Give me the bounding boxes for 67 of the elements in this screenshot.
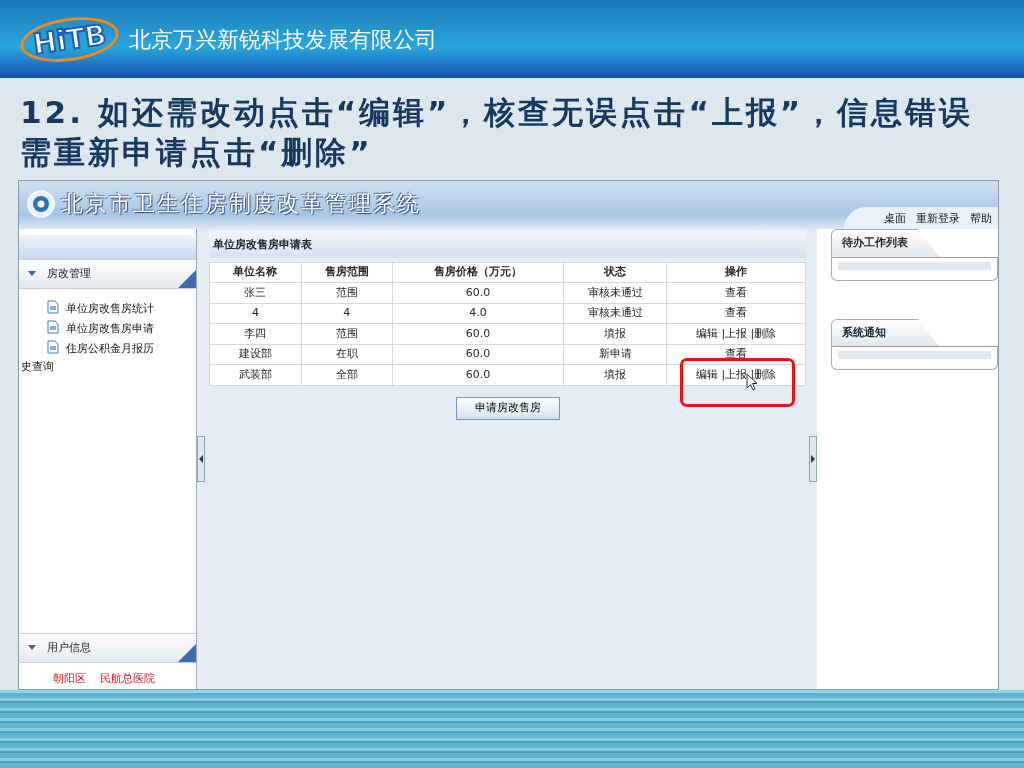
document-icon [47, 300, 59, 314]
table-cell: 填报 [563, 364, 667, 386]
column-header: 单位名称 [209, 262, 302, 283]
section-label: 用户信息 [47, 639, 91, 656]
corner-icon [178, 270, 196, 288]
action-link[interactable]: 删除 [754, 368, 777, 381]
action-link[interactable]: 编辑 [695, 368, 718, 381]
collapse-handle[interactable] [809, 436, 817, 482]
section-header[interactable]: 房改管理 [19, 259, 196, 289]
table-cell: 填报 [563, 323, 667, 345]
corner-icon [178, 644, 196, 662]
column-header: 售房范围 [301, 262, 393, 283]
right-arrow-icon [810, 455, 816, 463]
action-link[interactable]: 删除 [754, 326, 777, 340]
table-cell: 60.0 [392, 344, 564, 365]
panel-tab[interactable]: 系统通知 [831, 318, 939, 346]
table-cell: 范围 [301, 323, 393, 345]
action-link[interactable]: 查看 [725, 347, 748, 361]
table-cell: 范围 [301, 282, 393, 304]
emblem-icon [27, 189, 55, 218]
column-header: 操作 [666, 262, 806, 283]
company-name: 北京万兴新锐科技发展有限公司 [129, 25, 438, 54]
collapse-handle[interactable] [197, 436, 205, 482]
table-cell: 武装部 [209, 364, 302, 386]
table-cell: 4 [301, 303, 393, 324]
link-separator: | [750, 368, 755, 381]
table-cell: 李四 [209, 323, 302, 345]
section-label: 房改管理 [47, 265, 91, 282]
sidebar-item[interactable]: 住房公积金月报历史查询 [21, 339, 159, 377]
table-cell: 全部 [301, 364, 393, 386]
table-cell: 在职 [301, 344, 393, 365]
app-title: 北京市卫生住房制度改革管理系统 [61, 190, 421, 218]
table-cell: 新申请 [563, 344, 667, 365]
table-cell: 60.0 [392, 364, 564, 386]
user-info-text: 民航总医院 [100, 671, 155, 687]
panel-tab[interactable]: 待办工作列表 [831, 229, 939, 257]
link-separator: | [750, 326, 755, 340]
left-arrow-icon [198, 455, 204, 463]
link-separator: | [721, 326, 726, 340]
table-cell: 张三 [209, 282, 302, 304]
action-link[interactable]: 上报 [725, 326, 748, 340]
user-info-text: 朝阳区 [53, 671, 86, 687]
table-cell: 4 [209, 303, 302, 324]
document-icon [47, 340, 59, 354]
action-link[interactable]: 编辑 [695, 326, 718, 340]
table-cell: 审核未通过 [563, 303, 667, 324]
section-header[interactable]: 用户信息 [19, 633, 196, 663]
document-icon [47, 320, 59, 334]
column-header: 售房价格（万元） [392, 262, 564, 283]
sidebar-item[interactable]: 单位房改售房申请 [21, 319, 159, 339]
action-link[interactable]: 上报 [725, 368, 748, 381]
column-header: 状态 [563, 262, 667, 283]
slide-heading: 12. 如还需改动点击“编辑”，核查无误点击“上报”，信息错误需重新申请点击“删除” [19, 93, 975, 172]
apply-button[interactable]: 申请房改售房 [455, 397, 560, 420]
table-cell: 建设部 [209, 344, 302, 365]
table-cell: 60.0 [392, 323, 564, 345]
table-cell: 60.0 [392, 282, 564, 304]
link-separator: | [721, 368, 726, 381]
table-cell: 4.0 [392, 303, 564, 324]
nav-link[interactable]: 桌面 [884, 210, 906, 227]
action-link[interactable]: 查看 [725, 306, 748, 320]
table-title: 单位房改售房申请表 [209, 231, 807, 258]
action-link[interactable]: 查看 [725, 285, 748, 299]
table-cell: 审核未通过 [563, 282, 667, 304]
nav-link[interactable]: 帮助 [970, 210, 992, 227]
nav-link[interactable]: 重新登录 [916, 210, 960, 227]
sidebar-item[interactable]: 单位房改售房统计 [21, 299, 159, 319]
